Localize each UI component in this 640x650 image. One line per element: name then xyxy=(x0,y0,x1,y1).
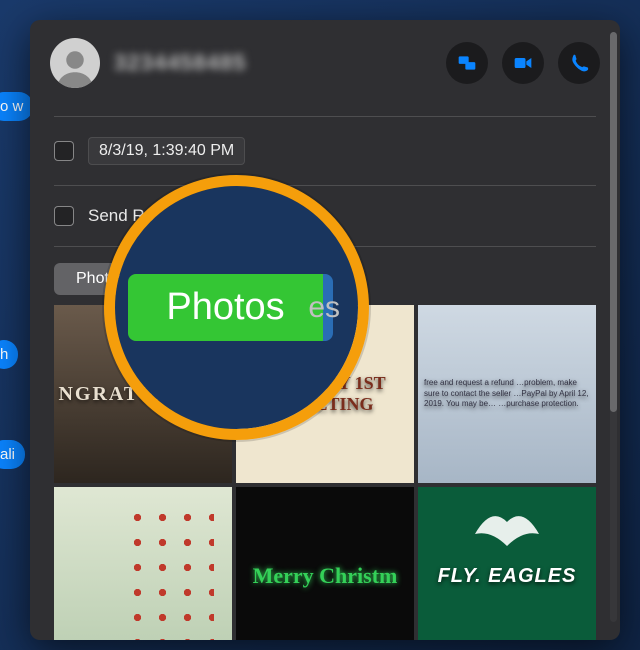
contact-name: 3234458485 xyxy=(114,50,432,76)
person-icon xyxy=(54,46,96,88)
video-call-button[interactable] xyxy=(502,42,544,84)
message-bubble: h xyxy=(0,340,18,369)
timestamp-field[interactable]: 8/3/19, 1:39:40 PM xyxy=(88,137,245,165)
photo-thumbnail[interactable]: free and request a refund …problem, make… xyxy=(418,305,596,483)
photo-thumbnail[interactable]: Merry Christm xyxy=(236,487,414,640)
message-bubble: ali xyxy=(0,440,25,469)
phone-icon xyxy=(569,53,589,73)
divider xyxy=(54,116,596,117)
scrollbar-thumb[interactable] xyxy=(610,32,617,412)
popover-header: 3234458485 xyxy=(30,20,620,104)
magnified-adjacent-tab: es xyxy=(308,291,340,325)
screen-share-icon xyxy=(457,53,477,73)
screen-share-button[interactable] xyxy=(446,42,488,84)
video-icon xyxy=(513,53,533,73)
send-read-receipts-label: Send Re xyxy=(88,206,154,226)
photo-thumbnail[interactable]: FLY. EAGLES xyxy=(418,487,596,640)
thumbnail-caption: Merry Christm xyxy=(253,563,398,589)
message-bubble: o w xyxy=(0,92,33,121)
eagle-icon xyxy=(467,501,547,551)
audio-call-button[interactable] xyxy=(558,42,600,84)
dnd-checkbox[interactable] xyxy=(54,141,74,161)
annotation-magnify-area: Photos es xyxy=(115,186,358,429)
avatar[interactable] xyxy=(50,38,100,88)
divider xyxy=(54,185,596,186)
do-not-disturb-row: 8/3/19, 1:39:40 PM xyxy=(54,129,596,173)
magnified-photos-tab: Photos xyxy=(128,274,332,341)
thumbnail-caption: FLY. EAGLES xyxy=(438,565,577,588)
read-receipts-checkbox[interactable] xyxy=(54,206,74,226)
photo-thumbnail[interactable] xyxy=(54,487,232,640)
thumbnail-caption: free and request a refund …problem, make… xyxy=(418,372,596,415)
